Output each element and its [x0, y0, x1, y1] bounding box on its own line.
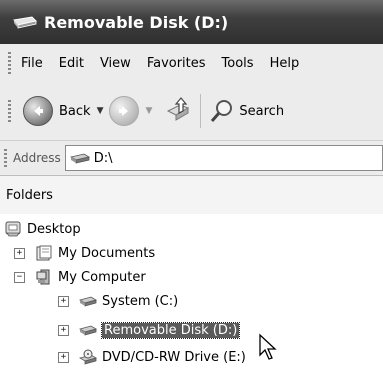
tree-item-my-documents[interactable]: + My Documents	[14, 242, 155, 264]
folder-tree: Desktop + My Documents − My Computer + S…	[0, 214, 383, 368]
tree-item-label-selected: Removable Disk (D:)	[100, 321, 241, 339]
menu-help[interactable]: Help	[270, 56, 300, 71]
folder-up-icon	[167, 97, 190, 121]
expand-icon[interactable]: +	[58, 351, 69, 363]
address-field[interactable]: D:\	[64, 145, 383, 171]
address-grip	[4, 149, 7, 167]
back-label: Back	[59, 103, 91, 119]
tree-item-label: System (C:)	[102, 293, 179, 309]
menu-edit[interactable]: Edit	[59, 56, 84, 71]
drive-icon	[79, 325, 97, 336]
collapse-icon[interactable]: −	[14, 271, 25, 283]
drive-icon	[69, 153, 90, 164]
search-icon	[211, 100, 233, 122]
address-label: Address	[13, 151, 61, 165]
expand-icon[interactable]: +	[14, 247, 25, 259]
toolbar-separator	[200, 94, 202, 128]
computer-icon	[36, 269, 50, 285]
forward-arrow-icon	[109, 96, 140, 126]
back-dropdown-icon[interactable]: ▼	[97, 106, 104, 116]
address-bar: Address D:\	[0, 141, 383, 176]
tree-item-label: My Documents	[58, 245, 156, 261]
tree-item-my-computer[interactable]: − My Computer	[14, 266, 146, 288]
folders-pane-header: Folders	[0, 176, 383, 215]
search-label: Search	[239, 103, 285, 119]
window-title: Removable Disk (D:)	[44, 12, 229, 32]
address-value: D:\	[93, 150, 113, 166]
forward-dropdown-icon[interactable]: ▼	[145, 106, 152, 116]
title-bar[interactable]: Removable Disk (D:)	[0, 0, 383, 44]
menu-tools[interactable]: Tools	[222, 56, 254, 71]
back-arrow-icon	[23, 96, 53, 126]
forward-button[interactable]	[109, 96, 140, 126]
back-button[interactable]: Back	[13, 96, 91, 126]
drive-icon	[79, 296, 97, 307]
explorer-window: Removable Disk (D:) File Edit View Favor…	[0, 0, 383, 368]
folders-title: Folders	[6, 187, 53, 203]
up-button[interactable]	[164, 97, 192, 125]
toolbar-grip	[8, 100, 11, 122]
documents-folder-icon	[36, 245, 52, 261]
tree-item-dvd-drive-e[interactable]: + DVD/CD-RW Drive (E:)	[58, 346, 246, 368]
tree-item-desktop[interactable]: Desktop	[4, 218, 81, 240]
expand-icon[interactable]: +	[58, 324, 69, 336]
mouse-pointer-icon	[259, 333, 277, 360]
menu-favorites[interactable]: Favorites	[147, 56, 206, 71]
standard-toolbar: Back ▼ ▼ Search	[0, 82, 383, 141]
menu-view[interactable]: View	[100, 56, 131, 71]
expand-icon[interactable]: +	[58, 295, 69, 307]
dvd-drive-icon	[79, 349, 97, 365]
search-button[interactable]: Search	[209, 98, 284, 124]
menu-bar: File Edit View Favorites Tools Help	[0, 44, 383, 83]
menu-file[interactable]: File	[21, 56, 43, 71]
menu-grip	[8, 52, 11, 74]
tree-item-label: Desktop	[27, 221, 81, 237]
tree-item-label: DVD/CD-RW Drive (E:)	[102, 349, 246, 365]
desktop-icon	[5, 221, 21, 237]
tree-item-removable-disk-d[interactable]: + Removable Disk (D:)	[58, 319, 241, 341]
drive-icon	[13, 16, 37, 29]
tree-item-system-c[interactable]: + System (C:)	[58, 290, 178, 312]
tree-item-label: My Computer	[58, 269, 146, 285]
